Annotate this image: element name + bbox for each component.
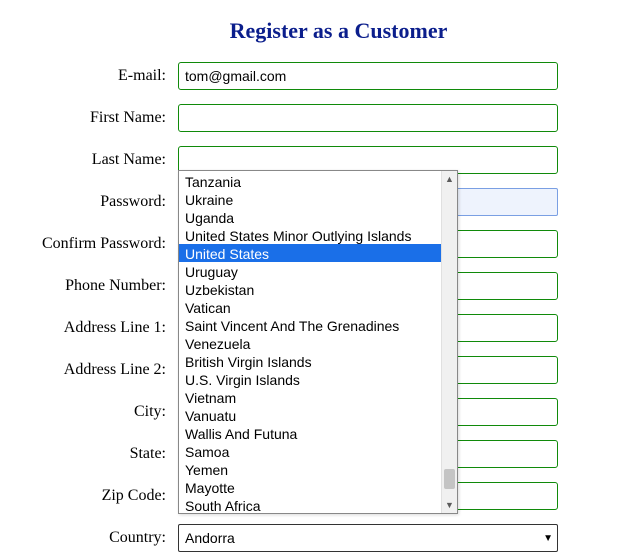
chevron-down-icon: ▼ xyxy=(543,533,553,544)
country-option[interactable]: Venezuela xyxy=(179,334,441,352)
email-field[interactable] xyxy=(178,62,558,90)
country-label: Country: xyxy=(0,529,170,547)
first-name-label: First Name: xyxy=(0,109,170,127)
country-option[interactable]: United States xyxy=(179,244,441,262)
scroll-down-icon[interactable]: ▼ xyxy=(442,497,457,513)
country-option[interactable]: South Africa xyxy=(179,496,441,513)
addr2-label: Address Line 2: xyxy=(0,361,170,379)
email-label: E-mail: xyxy=(0,67,170,85)
country-option[interactable]: Samoa xyxy=(179,442,441,460)
country-option[interactable]: British Virgin Islands xyxy=(179,352,441,370)
country-option[interactable]: Saint Vincent And The Grenadines xyxy=(179,316,441,334)
country-option[interactable]: Mayotte xyxy=(179,478,441,496)
country-option[interactable]: Yemen xyxy=(179,460,441,478)
state-label: State: xyxy=(0,445,170,463)
page-title: Register as a Customer xyxy=(0,0,627,62)
country-option[interactable]: Uruguay xyxy=(179,262,441,280)
scroll-thumb[interactable] xyxy=(444,469,455,489)
country-option[interactable]: Vanuatu xyxy=(179,406,441,424)
country-select[interactable]: Andorra ▼ xyxy=(178,524,558,552)
password-label: Password: xyxy=(0,193,170,211)
country-dropdown-list[interactable]: TanzaniaUkraineUgandaUnited States Minor… xyxy=(179,171,441,513)
country-option[interactable]: Uganda xyxy=(179,208,441,226)
last-name-label: Last Name: xyxy=(0,151,170,169)
country-option[interactable]: Wallis And Futuna xyxy=(179,424,441,442)
country-option[interactable]: Ukraine xyxy=(179,190,441,208)
city-label: City: xyxy=(0,403,170,421)
country-option[interactable]: Vatican xyxy=(179,298,441,316)
country-option[interactable]: Vietnam xyxy=(179,388,441,406)
country-option[interactable]: U.S. Virgin Islands xyxy=(179,370,441,388)
country-dropdown[interactable]: TanzaniaUkraineUgandaUnited States Minor… xyxy=(178,170,458,514)
phone-label: Phone Number: xyxy=(0,277,170,295)
scroll-up-icon[interactable]: ▲ xyxy=(442,171,457,187)
country-option[interactable]: Tanzania xyxy=(179,172,441,190)
confirm-password-label: Confirm Password: xyxy=(0,235,170,253)
country-option[interactable]: Uzbekistan xyxy=(179,280,441,298)
scrollbar[interactable]: ▲ ▼ xyxy=(441,171,457,513)
addr1-label: Address Line 1: xyxy=(0,319,170,337)
first-name-field[interactable] xyxy=(178,104,558,132)
country-selected-value: Andorra xyxy=(185,530,235,546)
country-option[interactable]: United States Minor Outlying Islands xyxy=(179,226,441,244)
zip-label: Zip Code: xyxy=(0,487,170,505)
